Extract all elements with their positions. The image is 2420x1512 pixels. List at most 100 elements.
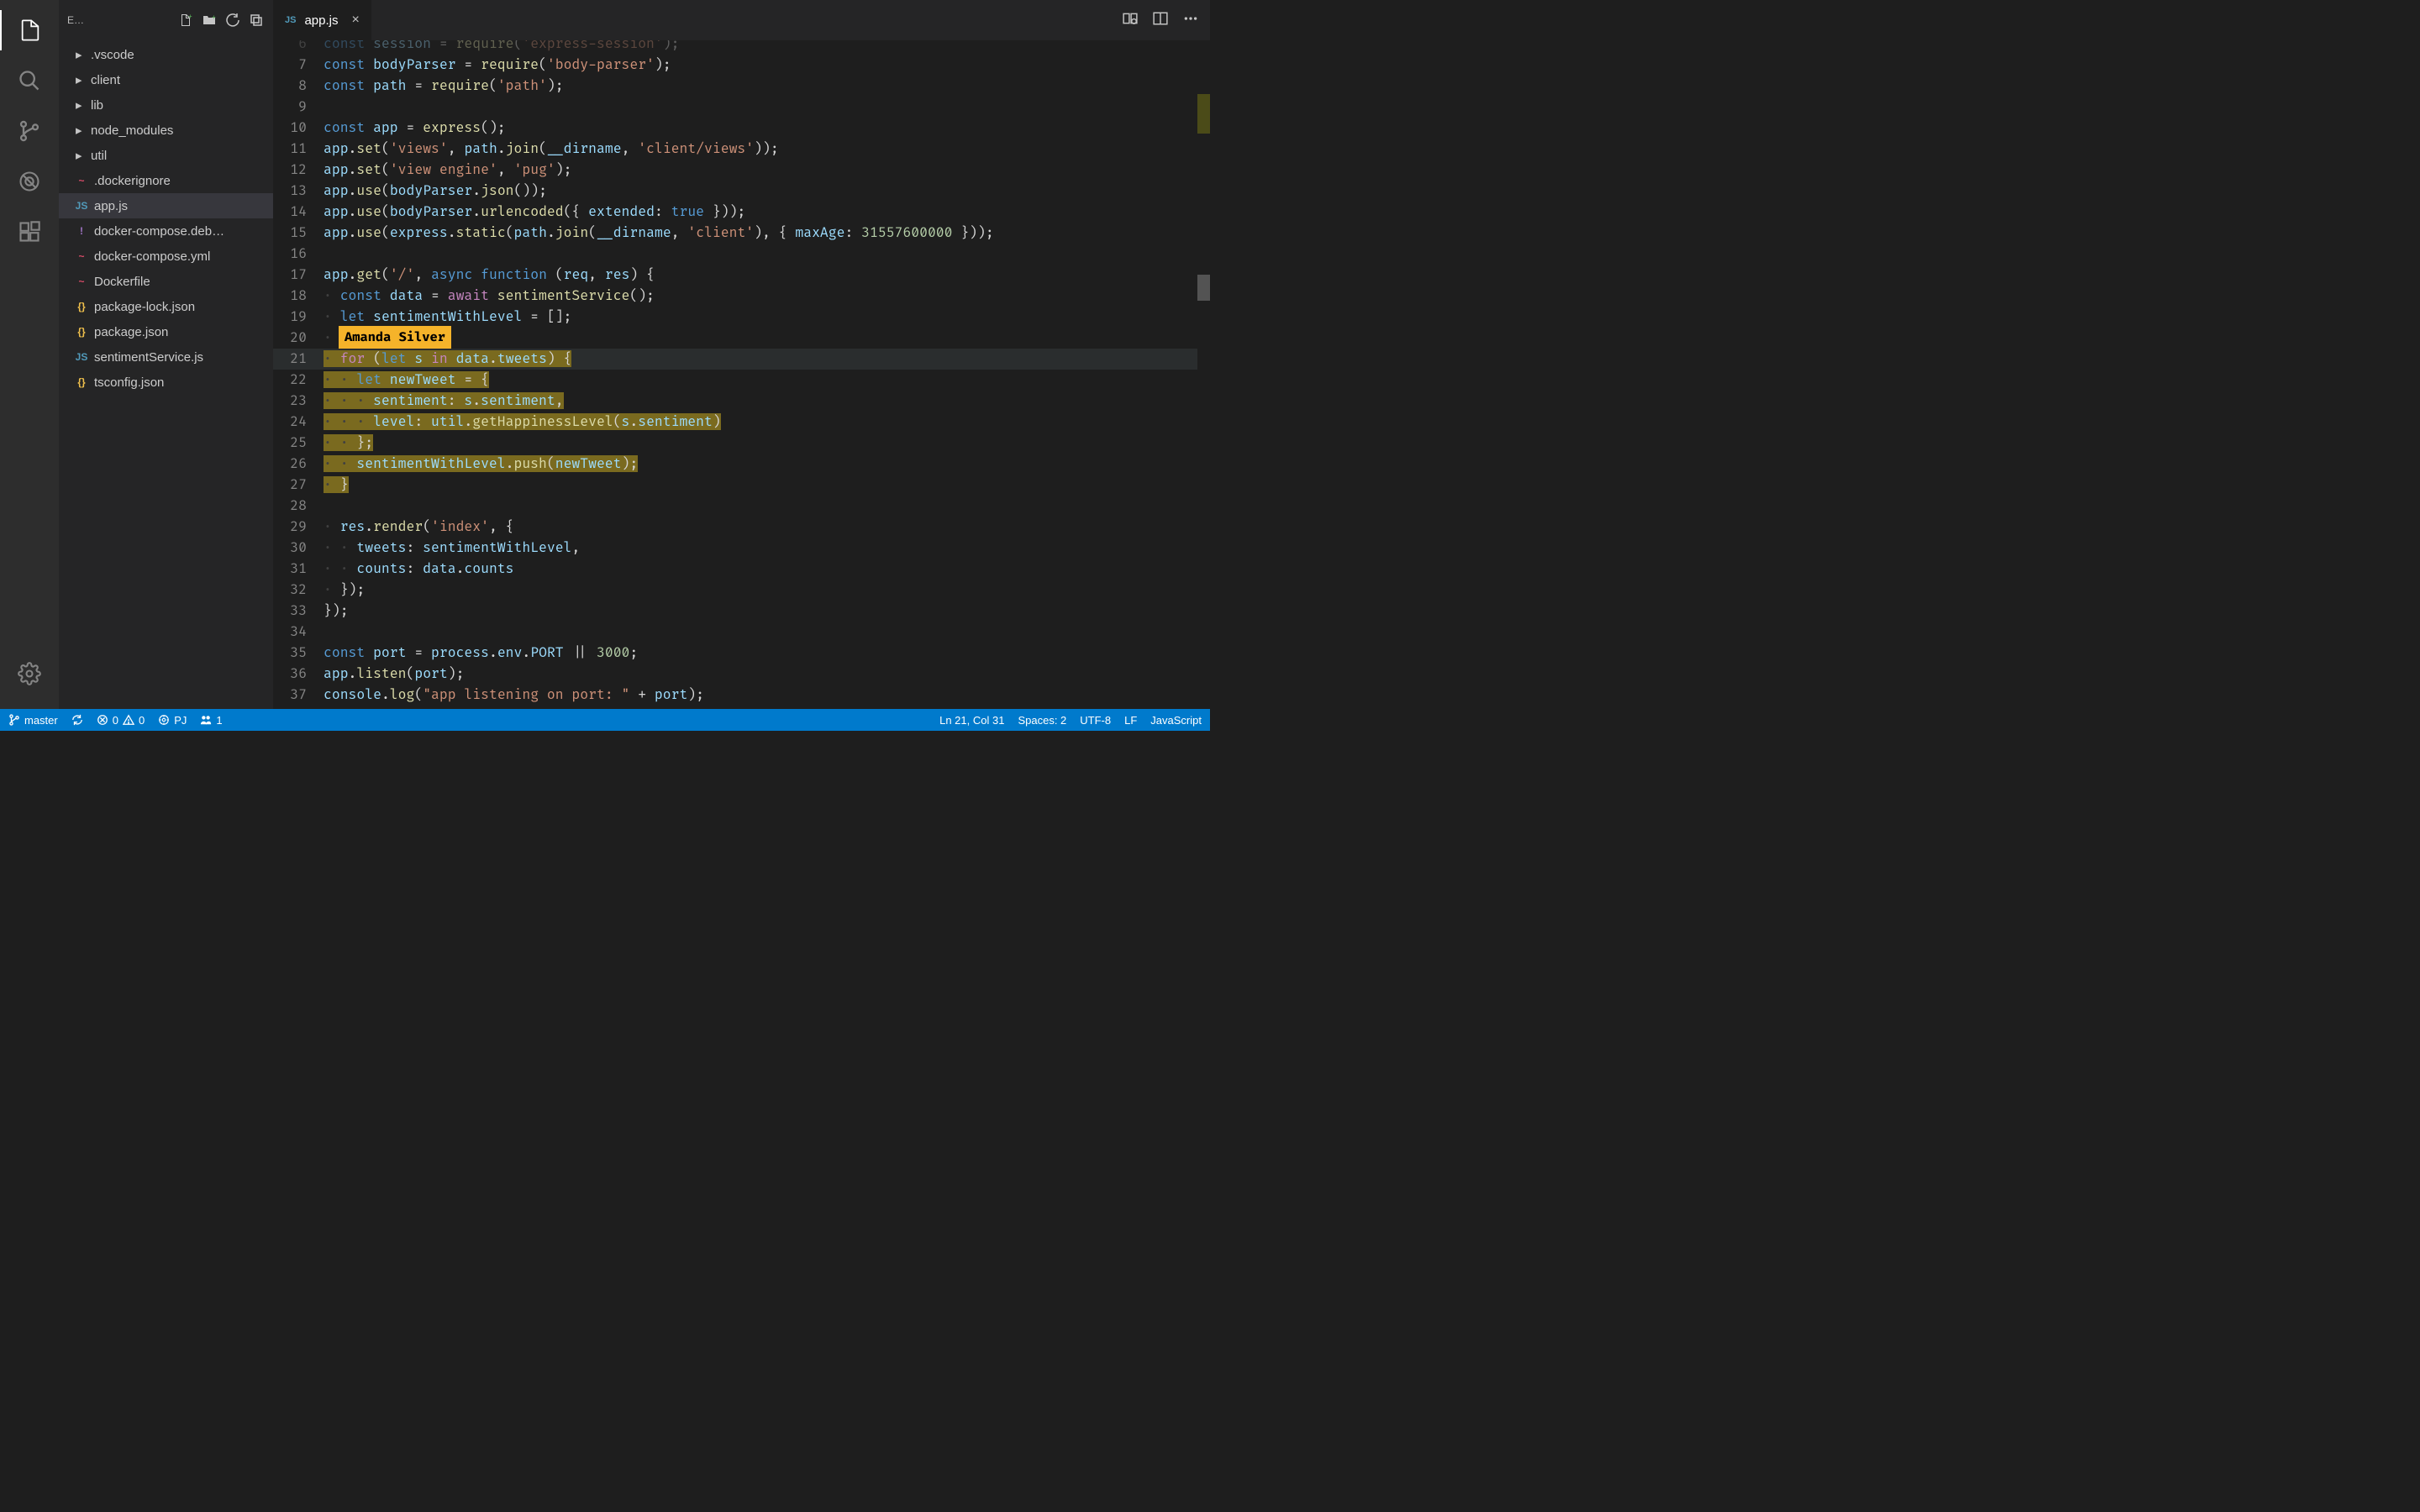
code-line[interactable]: 17app.get('/', async function (req, res)… <box>273 265 1210 286</box>
file-item[interactable]: ~docker-compose.yml <box>59 244 273 269</box>
explorer-title: E… <box>67 14 171 26</box>
file-item[interactable]: ~Dockerfile <box>59 269 273 294</box>
line-number: 34 <box>273 622 324 643</box>
code-line[interactable]: 20· Amanda Silver <box>273 328 1210 349</box>
file-item[interactable]: {}package.json <box>59 319 273 344</box>
line-content: · } <box>324 475 1210 496</box>
folder-label: client <box>91 73 120 87</box>
code-line[interactable]: 6const session = require('express-sessio… <box>273 40 1210 55</box>
settings-gear-icon[interactable] <box>9 654 50 694</box>
folder-item[interactable]: ▸ node_modules <box>59 118 273 143</box>
refresh-icon[interactable] <box>224 12 241 29</box>
line-content: · · }; <box>324 433 1210 454</box>
code-line[interactable]: 23· · · sentiment: s.sentiment, <box>273 391 1210 412</box>
code-line[interactable]: 24· · · level: util.getHappinessLevel(s.… <box>273 412 1210 433</box>
file-label: .dockerignore <box>94 174 171 188</box>
new-folder-icon[interactable]: + <box>201 12 218 29</box>
eol[interactable]: LF <box>1124 714 1137 727</box>
folder-item[interactable]: ▸ lib <box>59 92 273 118</box>
line-content: · }); <box>324 580 1210 601</box>
code-line[interactable]: 25· · }; <box>273 433 1210 454</box>
code-line[interactable]: 14app.use(bodyParser.urlencoded({ extend… <box>273 202 1210 223</box>
search-icon[interactable] <box>9 60 50 101</box>
collapse-all-icon[interactable] <box>248 12 265 29</box>
code-line[interactable]: 22· · let newTweet = { <box>273 370 1210 391</box>
editor-body[interactable]: 6const session = require('express-sessio… <box>273 40 1210 709</box>
code-line[interactable]: 37console.log("app listening on port: " … <box>273 685 1210 706</box>
encoding[interactable]: UTF-8 <box>1080 714 1111 727</box>
line-number: 6 <box>273 40 324 55</box>
file-item[interactable]: JSsentimentService.js <box>59 344 273 370</box>
compare-changes-icon[interactable] <box>1123 11 1138 30</box>
chevron-right-icon: ▸ <box>76 123 86 138</box>
line-number: 16 <box>273 244 324 265</box>
code-line[interactable]: 13app.use(bodyParser.json()); <box>273 181 1210 202</box>
debug-icon[interactable] <box>9 161 50 202</box>
file-item[interactable]: {}tsconfig.json <box>59 370 273 395</box>
line-content: const app = express(); <box>324 118 1210 139</box>
extensions-icon[interactable] <box>9 212 50 252</box>
line-content <box>324 622 1210 643</box>
line-content: const path = require('path'); <box>324 76 1210 97</box>
minimap[interactable] <box>1197 40 1210 709</box>
folder-item[interactable]: ▸client <box>59 67 273 92</box>
explorer-icon[interactable] <box>0 10 59 50</box>
file-item[interactable]: JSapp.js <box>59 193 273 218</box>
file-item[interactable]: !docker-compose.deb… <box>59 218 273 244</box>
cursor-position[interactable]: Ln 21, Col 31 <box>939 714 1004 727</box>
folder-label: lib <box>91 98 103 113</box>
chevron-right-icon: ▸ <box>76 148 86 163</box>
line-number: 18 <box>273 286 324 307</box>
folder-item[interactable]: ▸util <box>59 143 273 168</box>
code-line[interactable]: 31· · counts: data.counts <box>273 559 1210 580</box>
code-line[interactable]: 33}); <box>273 601 1210 622</box>
code-line[interactable]: 16 <box>273 244 1210 265</box>
code-line[interactable]: 19· let sentimentWithLevel = []; <box>273 307 1210 328</box>
code-line[interactable]: 11app.set('views', path.join(__dirname, … <box>273 139 1210 160</box>
split-editor-icon[interactable] <box>1153 11 1168 30</box>
code-line[interactable]: 18· const data = await sentimentService(… <box>273 286 1210 307</box>
participants[interactable]: 1 <box>200 714 222 727</box>
code-line[interactable]: 36app.listen(port); <box>273 664 1210 685</box>
code-line[interactable]: 21· for (let s in data.tweets) { <box>273 349 1210 370</box>
editor-pane: JS app.js × 6const session = require('ex… <box>273 0 1210 709</box>
code-line[interactable]: 32· }); <box>273 580 1210 601</box>
more-actions-icon[interactable] <box>1183 11 1198 30</box>
line-content: · for (let s in data.tweets) { <box>324 349 1210 370</box>
file-type-icon: ~ <box>74 250 89 262</box>
source-control-icon[interactable] <box>9 111 50 151</box>
problems-errors[interactable]: 0 0 <box>97 714 145 727</box>
language-mode[interactable]: JavaScript <box>1150 714 1202 727</box>
code-line[interactable]: 35const port = process.env.PORT || 3000; <box>273 643 1210 664</box>
tab-app-js[interactable]: JS app.js × <box>273 0 372 40</box>
code-line[interactable]: 28 <box>273 496 1210 517</box>
code-line[interactable]: 26· · sentimentWithLevel.push(newTweet); <box>273 454 1210 475</box>
close-icon[interactable]: × <box>352 13 360 28</box>
tab-bar: JS app.js × <box>273 0 1210 40</box>
indentation[interactable]: Spaces: 2 <box>1018 714 1066 727</box>
file-item[interactable]: ~.dockerignore <box>59 168 273 193</box>
code-line[interactable]: 34 <box>273 622 1210 643</box>
code-line[interactable]: 8const path = require('path'); <box>273 76 1210 97</box>
code-line[interactable]: 10const app = express(); <box>273 118 1210 139</box>
file-label: sentimentService.js <box>94 350 203 365</box>
file-item[interactable]: {}package-lock.json <box>59 294 273 319</box>
code-line[interactable]: 30· · tweets: sentimentWithLevel, <box>273 538 1210 559</box>
new-file-icon[interactable]: + <box>177 12 194 29</box>
sync-icon[interactable] <box>71 714 83 726</box>
code-line[interactable]: 15app.use(express.static(path.join(__dir… <box>273 223 1210 244</box>
git-branch[interactable]: master <box>8 714 58 727</box>
chevron-right-icon: ▸ <box>76 97 86 113</box>
code-line[interactable]: 29· res.render('index', { <box>273 517 1210 538</box>
line-number: 14 <box>273 202 324 223</box>
line-content: · Amanda Silver <box>324 328 1210 349</box>
code-line[interactable]: 9 <box>273 97 1210 118</box>
code-line[interactable]: 27· } <box>273 475 1210 496</box>
code-line[interactable]: 7const bodyParser = require('body-parser… <box>273 55 1210 76</box>
folder-item[interactable]: ▸.vscode <box>59 42 273 67</box>
code-line[interactable]: 12app.set('view engine', 'pug'); <box>273 160 1210 181</box>
file-type-icon: {} <box>74 326 89 338</box>
live-share[interactable]: PJ <box>158 714 187 727</box>
line-number: 31 <box>273 559 324 580</box>
folder-label: node_modules <box>91 123 173 138</box>
